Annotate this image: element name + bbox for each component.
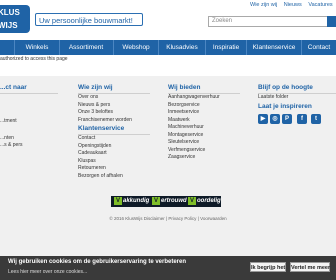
- twitter-icon[interactable]: t: [311, 114, 321, 124]
- copyright: © 2016 KlusWijs Disclaimer | Privacy Pol…: [109, 216, 227, 221]
- footer-link-bezorgservice[interactable]: Bezorgservice: [168, 102, 200, 110]
- logo[interactable]: KLUS WIJS: [0, 5, 30, 33]
- search-button[interactable]: [327, 16, 336, 27]
- footer-col-wie-zijn-wij-title: Wie zijn wij: [78, 84, 113, 91]
- pinterest-icon[interactable]: P: [282, 114, 292, 124]
- instagram-icon[interactable]: ◎: [270, 114, 280, 124]
- search-input[interactable]: Zoeken: [208, 16, 328, 27]
- footer-col-blijf-op-de-hoogte-title: Blijf op de hoogte: [258, 84, 313, 91]
- footer-link-bezorgen[interactable]: Bezorgen of afhalen: [78, 173, 123, 181]
- cookie-text[interactable]: Lees hier meer over onze cookies...: [8, 269, 87, 275]
- footer-link-nieuws-pers[interactable]: Nieuws & pers: [78, 102, 110, 110]
- footer-link-contact[interactable]: Contact: [78, 135, 95, 143]
- nav-webshop[interactable]: Webshop: [114, 40, 158, 55]
- footer-link-openingstijden[interactable]: Openingstijden: [78, 143, 111, 151]
- footer-link-beloftes[interactable]: Onze 3 beloftes: [78, 109, 113, 117]
- footer-link-franchise[interactable]: Franchisenemer worden: [78, 117, 132, 125]
- footer-link-aanhangwagenverhuur[interactable]: Aanhangwagenverhuur: [168, 94, 220, 102]
- footer-col-laat-je-inspireren-title: Laat je inspireren: [258, 103, 312, 110]
- footer-link-sleutelservice[interactable]: Sleutelservice: [168, 139, 199, 147]
- slogan-badge: Uw persoonlijke bouwmarkt!: [35, 13, 143, 26]
- nav-winkels[interactable]: Winkels: [15, 40, 59, 55]
- promise-vakkundig: Vakkundig: [114, 197, 150, 205]
- check-icon: V: [152, 197, 160, 205]
- footer-link-kluspas[interactable]: Kluspas: [78, 158, 96, 166]
- footer-link[interactable]: ...tment: [0, 118, 17, 126]
- top-link-vacatures[interactable]: Vacatures: [308, 2, 332, 8]
- footer-link-over-ons[interactable]: Over ons: [78, 94, 98, 102]
- nav-assortiment[interactable]: Assortiment: [60, 40, 112, 55]
- footer-link-verfmengservice[interactable]: Verfmengservice: [168, 147, 205, 155]
- footer-link-laatste-folder[interactable]: Laatste folder: [258, 94, 288, 102]
- footer-col1-title: ...ct naar: [0, 84, 27, 91]
- nav-contact[interactable]: Contact: [302, 40, 336, 55]
- top-link-nieuws[interactable]: Nieuws: [284, 2, 302, 8]
- check-icon: V: [114, 197, 122, 205]
- cookie-title: Wij gebruiken cookies om de gebruikerser…: [8, 259, 187, 265]
- footer-link-montageservice[interactable]: Montageservice: [168, 132, 203, 140]
- promise-voordelig: Voordelig: [188, 197, 221, 205]
- footer-link-retourneren[interactable]: Retourneren: [78, 165, 106, 173]
- footer-col-wij-bieden-title: Wij bieden: [168, 84, 201, 91]
- nav-klusadvies[interactable]: Klusadvies: [159, 40, 205, 55]
- footer-link-zaagservice[interactable]: Zaagservice: [168, 154, 195, 162]
- footer-link-machineverhuur[interactable]: Machineverhuur: [168, 124, 204, 132]
- footer-link[interactable]: ...s & pers: [0, 142, 23, 150]
- footer-link-maatwerk[interactable]: Maatwerk: [168, 117, 190, 125]
- footer-link-inmeetservice[interactable]: Inmeetservice: [168, 109, 199, 117]
- top-links: Wie zijn wij Nieuws Vacatures: [250, 2, 336, 8]
- promise-vertrouwd: Vertrouwd: [152, 197, 187, 205]
- facebook-icon[interactable]: f: [297, 114, 307, 124]
- error-message: authorized to access this page: [0, 56, 68, 62]
- nav-inspiratie[interactable]: Inspiratie: [206, 40, 246, 55]
- cookie-accept-button[interactable]: Ik begrijp het: [250, 262, 286, 272]
- check-icon: V: [188, 197, 196, 205]
- top-link-wie-zijn-wij[interactable]: Wie zijn wij: [250, 2, 277, 8]
- youtube-icon[interactable]: ▶: [258, 114, 268, 124]
- nav-klantenservice[interactable]: Klantenservice: [247, 40, 301, 55]
- footer-link-cadeaukaart[interactable]: Cadeaukaart: [78, 150, 107, 158]
- cookie-more-button[interactable]: Vertel me meer: [290, 262, 330, 272]
- footer-col-klantenservice-title: Klantenservice: [78, 125, 125, 132]
- divider: [0, 93, 58, 94]
